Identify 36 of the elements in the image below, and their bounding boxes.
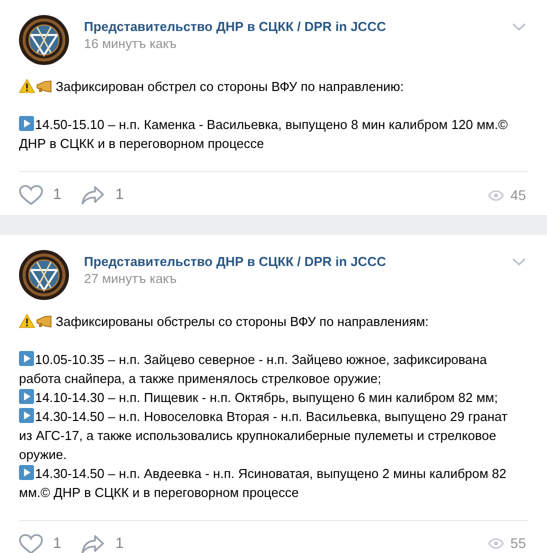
share-button[interactable]: 1 — [81, 532, 124, 553]
author-name[interactable]: Представительство ДНР в СЦКК / DPR in JCCC — [84, 18, 512, 36]
chevron-down-icon[interactable] — [512, 23, 526, 31]
post-time[interactable]: 27 минутъ какъ — [84, 270, 512, 286]
post-text: 10.05-10.35 – н.п. Зайцево северное - н.п. Зайцево южное, зафиксирована работа снайпера, а также применялось стрелковое оружие; — [19, 350, 488, 388]
warning-icon — [19, 314, 35, 328]
eye-icon — [488, 190, 504, 201]
like-button[interactable]: 1 — [19, 532, 62, 553]
heart-icon — [19, 185, 43, 206]
warning-icon — [19, 79, 35, 93]
share-arrow-icon — [81, 185, 106, 206]
share-button[interactable]: 1 — [81, 184, 124, 206]
horn-icon — [36, 314, 52, 328]
post-text: Зафиксирован обстрел со стороны ВФУ по направлению: — [19, 77, 519, 96]
post-text: 14.50-15.10 – н.п. Каменка - Васильевка, выпущено 8 мин калибром 120 мм.© ДНР в СЦКК и в переговорном процессе — [19, 115, 509, 153]
play-icon — [19, 116, 34, 131]
author-name[interactable]: Представительство ДНР в СЦКК / DPR in JCCC — [84, 252, 512, 270]
post-time[interactable]: 16 минутъ какъ — [84, 36, 512, 52]
heart-icon — [19, 534, 43, 553]
play-icon — [19, 408, 34, 422]
horn-icon — [36, 80, 52, 93]
chevron-down-icon[interactable] — [512, 258, 526, 266]
post-text: 14.10-14.30 – н.п. Пищевик - н.п. Октябрь, выпущено 6 мин калибром 82 мм; — [19, 388, 519, 406]
post-text: 14.30-14.50 – н.п. Новоселовка Вторая - н.п. Васильевка, выпущено 29 гранат из АГС-17, а также использовались крупнокалиберные пулеметы и стрелковое оружие. — [19, 406, 508, 464]
share-arrow-icon — [81, 534, 106, 553]
emblem-icon — [19, 250, 69, 300]
play-icon — [19, 388, 34, 404]
post-text: 14.30-14.50 – н.п. Авдеевка - н.п. Ясиноватая, выпущено 2 мины калибром 82 мм.© ДНР в СЦКК и в переговорном процессе — [19, 464, 508, 502]
emblem-icon — [19, 15, 69, 65]
like-button[interactable]: 1 — [19, 184, 62, 206]
view-count: 45 — [510, 186, 526, 205]
play-icon — [19, 350, 34, 366]
view-count: 55 — [510, 534, 526, 553]
post-text: Зафиксированы обстрелы со стороны ВФУ по направлениям: — [19, 312, 519, 330]
play-icon — [19, 464, 34, 480]
eye-icon — [488, 538, 504, 550]
